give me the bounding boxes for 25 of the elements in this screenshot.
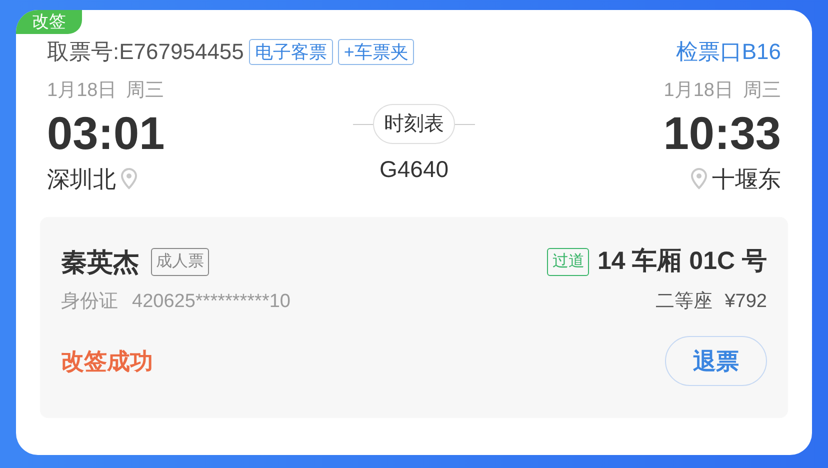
departure-date: 1月18日 周三 [47, 79, 164, 103]
ticket-tag[interactable]: +车票夹 [338, 38, 414, 64]
refund-button[interactable]: 退票 [665, 336, 767, 386]
arrival-time: 10:33 [663, 106, 781, 160]
gate-label: 检票口B16 [676, 38, 781, 66]
change-status: 改签成功 [61, 346, 153, 376]
ticket-type-tag: 成人票 [151, 248, 209, 276]
passenger-name: 秦英杰 [61, 246, 139, 278]
departure-time: 03:01 [47, 106, 165, 160]
location-pin-icon [690, 168, 708, 190]
seat-number: 14 车厢 01C 号 [597, 246, 767, 278]
id-number: 420625**********10 [132, 290, 290, 314]
pickup-code: 取票号:E767954455 [47, 38, 244, 66]
schedule-button[interactable]: 时刻表 [373, 104, 455, 144]
seat-class: 二等座 [656, 290, 713, 314]
ticket-price: ¥792 [724, 290, 767, 314]
arrival-station: 十堰东 [712, 165, 781, 194]
seat-position-tag: 过道 [547, 248, 590, 276]
id-type-label: 身份证 [61, 290, 118, 314]
arrival-date: 1月18日 周三 [664, 79, 781, 103]
status-badge: 改签 [16, 10, 82, 34]
ticket-tag[interactable]: 电子客票 [248, 38, 333, 64]
departure-station: 深圳北 [47, 165, 116, 194]
train-number: G4640 [379, 155, 449, 184]
location-pin-icon [120, 168, 138, 190]
